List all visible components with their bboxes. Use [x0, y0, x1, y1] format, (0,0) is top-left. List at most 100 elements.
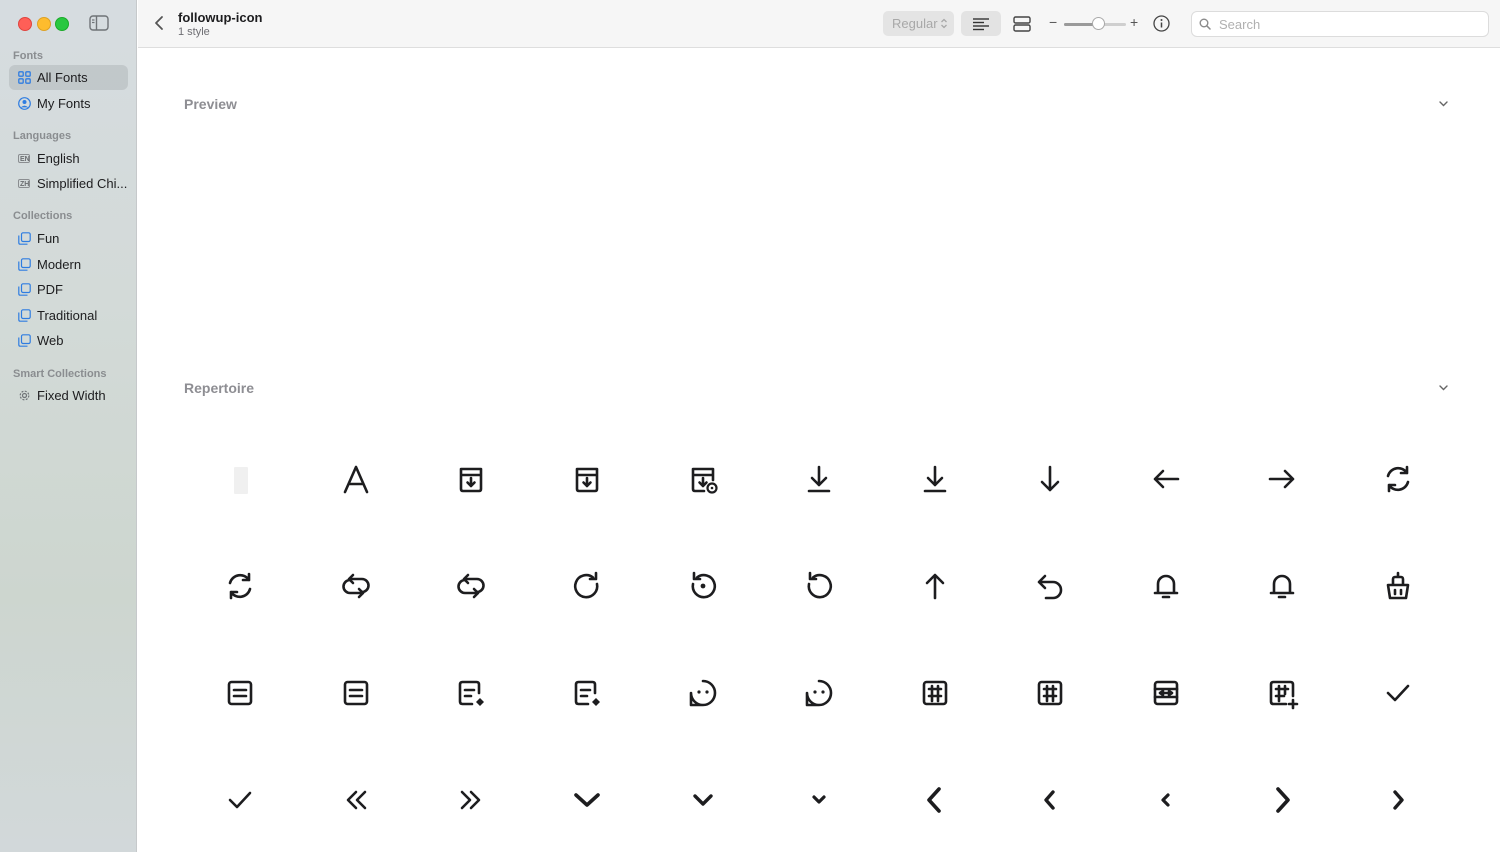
zoom-window-button[interactable] [55, 17, 69, 31]
zoom-slider-thumb[interactable] [1091, 17, 1105, 30]
zoom-out-label[interactable]: − [1049, 14, 1057, 30]
glyph-cell[interactable] [1224, 746, 1340, 853]
chevron-down-bold-icon [574, 792, 601, 807]
sidebar-item-label: Fixed Width [37, 388, 106, 403]
sidebar-item-my-fonts[interactable]: My Fonts [9, 91, 128, 116]
glyph-cell[interactable] [877, 746, 993, 853]
history-icon [691, 571, 717, 598]
glyph-cell[interactable] [1224, 532, 1340, 639]
glyph-cell[interactable] [877, 639, 993, 746]
basket-icon [1386, 571, 1410, 599]
chevron-down-icon [693, 793, 713, 806]
collection-icon [17, 283, 31, 297]
sidebar-item-pdf[interactable]: PDF [9, 277, 128, 302]
blank-icon [233, 466, 248, 494]
sidebar-item-fixed-width[interactable]: Fixed Width [9, 383, 128, 408]
chevron-left-icon [1044, 789, 1056, 810]
glyph-cell[interactable] [645, 425, 761, 532]
glyph-cell[interactable] [414, 425, 530, 532]
chevrons-left-icon [346, 790, 366, 809]
sidebar-item-modern[interactable]: Modern [9, 252, 128, 277]
glyph-cell[interactable] [1224, 425, 1340, 532]
document-icon [343, 680, 368, 705]
glyph-cell[interactable] [529, 639, 645, 746]
document-icon [227, 680, 253, 705]
sidebar-item-label: Web [37, 333, 64, 348]
glyph-cell[interactable] [993, 639, 1109, 746]
glyph-cell[interactable] [1340, 532, 1456, 639]
sidebar-item-fun[interactable]: Fun [9, 226, 128, 251]
sidebar-toggle-icon[interactable] [89, 15, 109, 31]
glyph-cell[interactable] [645, 639, 761, 746]
glyph-cell[interactable] [761, 532, 877, 639]
glyph-cell[interactable] [529, 746, 645, 853]
glyph-cell[interactable] [761, 639, 877, 746]
text-align-left-icon [973, 17, 989, 30]
chat-icon [805, 679, 833, 706]
glyph-cell[interactable] [645, 746, 761, 853]
align-left-view-button[interactable] [961, 11, 1001, 36]
table-add-icon [1269, 680, 1299, 709]
glyph-cell[interactable] [182, 639, 298, 746]
chat-icon [689, 679, 717, 706]
sidebar-item-label: My Fonts [37, 96, 91, 111]
glyph-cell[interactable] [298, 532, 414, 639]
sidebar-item-english[interactable]: EN English [9, 146, 128, 171]
glyph-cell[interactable] [1108, 425, 1224, 532]
glyph-cell[interactable] [1340, 425, 1456, 532]
glyph-cell[interactable] [298, 639, 414, 746]
glyph-cell[interactable] [1108, 639, 1224, 746]
glyph-cell[interactable] [414, 746, 530, 853]
bell-icon [1269, 574, 1295, 598]
sidebar-item-label: Fun [37, 231, 60, 246]
glyph-cell[interactable] [761, 425, 877, 532]
back-chevron-icon[interactable] [152, 14, 166, 32]
chevrons-right-icon [461, 790, 481, 809]
glyph-cell[interactable] [1340, 746, 1456, 853]
sidebar: Fonts All Fonts My Fonts Languages EN En… [0, 0, 137, 852]
font-family-title: followup-icon [178, 10, 263, 25]
glyph-cell[interactable] [298, 746, 414, 853]
glyph-cell[interactable] [529, 532, 645, 639]
info-icon[interactable] [1153, 15, 1170, 32]
sidebar-item-all-fonts[interactable]: All Fonts [9, 65, 128, 90]
sidebar-item-traditional[interactable]: Traditional [9, 303, 128, 328]
sidebar-item-web[interactable]: Web [9, 328, 128, 353]
grid-view-button[interactable] [1002, 11, 1042, 36]
font-style-count: 1 style [178, 26, 210, 38]
search-input[interactable] [1217, 15, 1471, 33]
close-window-button[interactable] [18, 17, 32, 31]
minimize-window-button[interactable] [37, 17, 51, 31]
chevron-down-icon[interactable] [1438, 100, 1449, 108]
search-icon [1199, 18, 1211, 30]
style-select[interactable]: Regular [883, 11, 954, 36]
glyph-cell[interactable] [414, 639, 530, 746]
glyph-cell[interactable] [182, 746, 298, 853]
glyph-cell[interactable] [993, 532, 1109, 639]
glyph-cell[interactable] [1108, 532, 1224, 639]
sidebar-item-simplified-chinese[interactable]: ZH Simplified Chi... [9, 171, 128, 196]
glyph-cell[interactable] [414, 532, 530, 639]
chevron-down-icon[interactable] [1438, 384, 1449, 392]
glyph-cell[interactable] [1108, 746, 1224, 853]
glyph-cell[interactable] [529, 425, 645, 532]
glyph-cell[interactable] [1340, 639, 1456, 746]
search-field[interactable] [1191, 11, 1489, 37]
glyph-cell[interactable] [877, 425, 993, 532]
zoom-in-label[interactable]: + [1130, 14, 1138, 30]
chevron-right-icon [1393, 789, 1404, 810]
glyph-cell[interactable] [993, 746, 1109, 853]
glyph-cell[interactable] [993, 425, 1109, 532]
glyph-cell[interactable] [182, 532, 298, 639]
glyph-cell[interactable] [645, 532, 761, 639]
preview-section-title: Preview [184, 96, 237, 112]
glyph-cell[interactable] [1224, 639, 1340, 746]
glyph-cell[interactable] [761, 746, 877, 853]
glyph-cell[interactable] [298, 425, 414, 532]
gear-icon [17, 389, 31, 403]
glyph-cell[interactable] [877, 532, 993, 639]
archive-down-icon [575, 467, 599, 492]
sidebar-item-label: PDF [37, 282, 63, 297]
glyph-cell[interactable] [182, 425, 298, 532]
style-select-value: Regular [892, 16, 938, 31]
